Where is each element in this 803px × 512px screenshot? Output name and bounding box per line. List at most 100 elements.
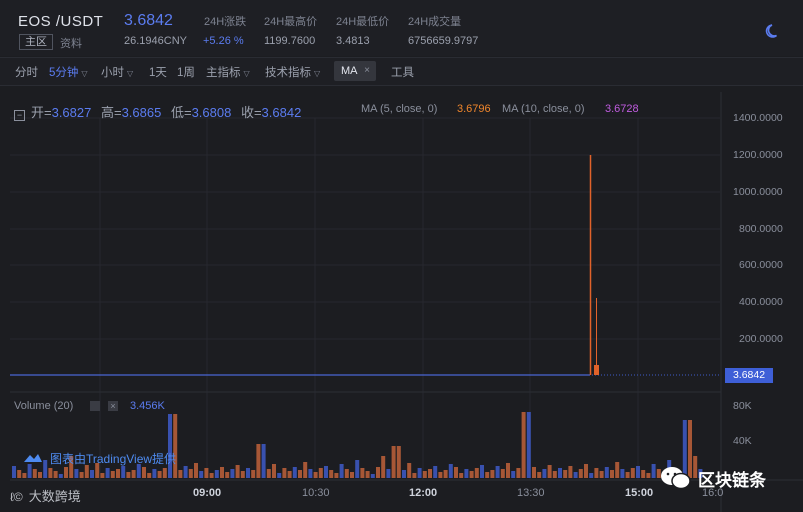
price-axis-tick: 1000.0000	[733, 186, 783, 198]
volume-bar	[526, 412, 531, 478]
high-value: 1199.7600	[264, 35, 316, 47]
volume-axis-tick: 40K	[733, 435, 752, 447]
time-axis-tick: 12:00	[409, 487, 438, 499]
volume-bar	[469, 471, 474, 478]
volume-indicator-label: Volume (20)	[14, 400, 74, 412]
change-percent: +5.26 %	[203, 35, 244, 47]
main-indicator-label: 主指标	[206, 67, 241, 79]
technical-indicator-label: 技术指标	[265, 67, 311, 79]
tab-info[interactable]: 资料	[60, 35, 82, 51]
volume-bar	[251, 470, 256, 478]
volume-bar	[272, 464, 276, 478]
chevron-down-icon: ▽	[243, 69, 250, 78]
volume-bar	[464, 469, 469, 478]
change-label: 24H涨跌	[204, 16, 247, 28]
watermark-right: 区块链条	[660, 465, 766, 491]
volume-bars	[12, 412, 703, 478]
ohlc-readout: − 开=3.6827 高=3.6865 低=3.6808 收=3.6842	[14, 102, 301, 121]
volume-bar	[116, 469, 120, 478]
volume-bar	[246, 468, 250, 478]
volume-bar	[105, 468, 110, 478]
volume-bar	[604, 467, 609, 478]
low-value: 3.4813	[336, 35, 370, 47]
main-indicator-menu[interactable]: 主指标 ▽	[206, 64, 250, 80]
volume-bar	[417, 468, 422, 478]
volume-bar	[235, 465, 240, 478]
volume-bar	[516, 468, 521, 478]
moon-icon[interactable]	[764, 22, 782, 40]
open-value: 3.6827	[51, 105, 92, 120]
volume-bar	[610, 470, 614, 478]
volume-bar	[298, 470, 302, 478]
volume-bar	[121, 466, 126, 478]
chart-grid	[10, 117, 720, 480]
price-axis-tick: 400.0000	[739, 296, 783, 308]
volume-bar	[188, 469, 193, 478]
volume-bar	[599, 471, 604, 478]
volume-bar	[407, 463, 412, 478]
watermark-right-text: 区块链条	[698, 471, 766, 490]
close-icon[interactable]: ×	[108, 401, 118, 411]
volume-bar	[402, 470, 406, 478]
trading-pair[interactable]: EOS /USDT	[18, 13, 103, 30]
volume-bar	[74, 469, 79, 478]
tools-menu[interactable]: 工具	[391, 64, 414, 80]
time-axis-tick: 15:00	[625, 487, 654, 499]
time-axis-tick: 10:30	[302, 487, 330, 499]
volume-bar	[64, 467, 68, 478]
volume-bar	[209, 473, 214, 478]
price-chart[interactable]	[0, 92, 803, 512]
volume-bar	[396, 446, 401, 478]
collapse-icon[interactable]: −	[14, 110, 25, 121]
settings-icon[interactable]	[90, 401, 100, 411]
volume-bar	[594, 468, 599, 478]
volume-bar	[480, 465, 484, 478]
volume-bar	[350, 472, 354, 478]
volume-bar	[563, 470, 568, 478]
price-axis-tick: 200.0000	[739, 333, 783, 345]
close-icon[interactable]: ×	[364, 61, 370, 81]
volume-bar	[292, 467, 297, 478]
ma10-legend-label: MA (10, close, 0)	[502, 103, 585, 115]
tradingview-attribution[interactable]: 图表由TradingView提供	[22, 450, 176, 467]
volume-bar	[370, 474, 375, 478]
volume-bar	[443, 470, 448, 478]
volume-bar	[485, 472, 490, 478]
watermark-left-text: 大数跨境	[28, 489, 81, 504]
high-label-ohlc: 高=	[100, 105, 122, 120]
volume-bar	[79, 472, 84, 478]
volume-current-value: 3.456K	[130, 400, 165, 412]
interval-1day[interactable]: 1天	[149, 64, 167, 80]
interval-1week[interactable]: 1周	[177, 64, 195, 80]
volume-bar	[495, 466, 500, 478]
volume-bar	[547, 465, 552, 478]
ma5-legend-value: 3.6796	[457, 103, 491, 115]
interval-5min[interactable]: 5分钟 ▽	[49, 64, 88, 80]
chevron-down-icon: ▽	[127, 69, 134, 78]
ma-indicator-chip[interactable]: MA ×	[334, 61, 376, 81]
volume-bar	[142, 467, 146, 478]
volume-bar	[391, 446, 396, 478]
volume-bar	[100, 473, 105, 478]
volume-bar	[204, 468, 209, 478]
volume-bar	[199, 471, 204, 478]
current-price-tag: 3.6842	[725, 368, 773, 383]
volume-bar	[532, 467, 536, 478]
tab-main-area[interactable]: 主区	[19, 34, 53, 50]
interval-timeline[interactable]: 分时	[15, 64, 38, 80]
volume-bar	[162, 468, 167, 478]
technical-indicator-menu[interactable]: 技术指标 ▽	[265, 64, 320, 80]
ma-chip-label: MA	[341, 65, 358, 77]
volume-bar	[693, 456, 698, 478]
volume-bar	[620, 469, 625, 478]
wechat-icon	[661, 467, 691, 490]
volume-bar	[90, 470, 94, 478]
interval-hour[interactable]: 小时 ▽	[101, 64, 133, 80]
volume-bar	[542, 469, 547, 478]
volume-bar	[313, 472, 318, 478]
volume-bar	[568, 466, 573, 478]
volume-bar	[303, 462, 308, 478]
trading-chart-app: EOS /USDT 3.6842 24H涨跌 26.1946CNY +5.26 …	[0, 0, 803, 512]
volume-bar	[183, 466, 188, 478]
volume-bar	[194, 463, 198, 478]
